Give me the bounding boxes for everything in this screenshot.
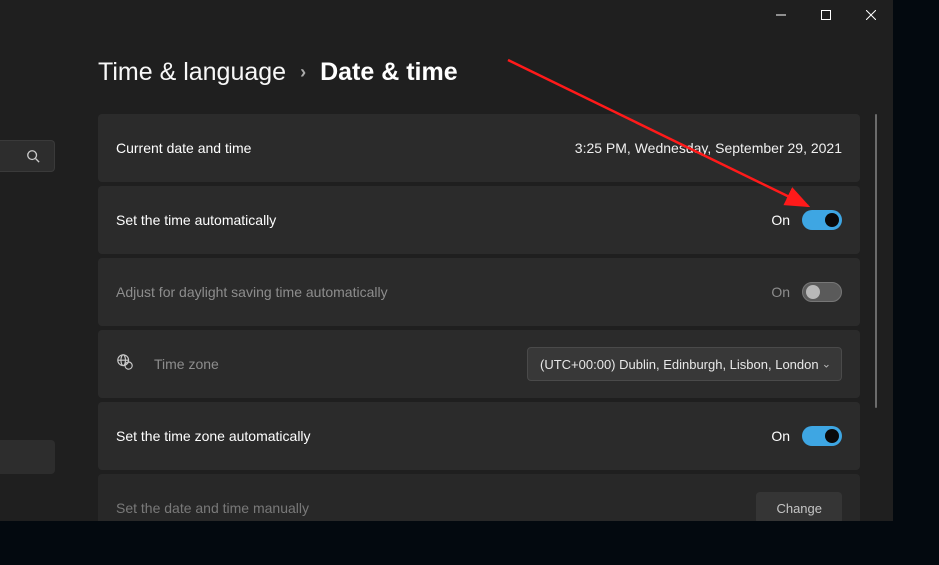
- row-set-time-auto: Set the time automatically On: [98, 186, 860, 254]
- globe-icon: [116, 353, 144, 376]
- sidebar-item-selected[interactable]: [0, 440, 55, 474]
- toggle-knob: [825, 213, 839, 227]
- row-label: Adjust for daylight saving time automati…: [116, 284, 771, 300]
- row-current-datetime: Current date and time 3:25 PM, Wednesday…: [98, 114, 860, 182]
- toggle-set-timezone-auto[interactable]: [802, 426, 842, 446]
- current-datetime-value: 3:25 PM, Wednesday, September 29, 2021: [575, 140, 842, 156]
- search-icon: [26, 149, 40, 163]
- row-dst-auto: Adjust for daylight saving time automati…: [98, 258, 860, 326]
- close-button[interactable]: [848, 0, 893, 30]
- titlebar: [0, 0, 893, 30]
- row-label: Set the time zone automatically: [116, 428, 771, 444]
- row-label: Current date and time: [116, 140, 575, 156]
- row-label: Time zone: [154, 356, 527, 372]
- toggle-knob: [806, 285, 820, 299]
- row-set-timezone-auto: Set the time zone automatically On: [98, 402, 860, 470]
- chevron-right-icon: ›: [300, 62, 306, 83]
- timezone-dropdown[interactable]: (UTC+00:00) Dublin, Edinburgh, Lisbon, L…: [527, 347, 842, 381]
- settings-window: Time & language › Date & time Current da…: [0, 0, 893, 521]
- settings-list: Current date and time 3:25 PM, Wednesday…: [98, 114, 860, 521]
- breadcrumb-parent[interactable]: Time & language: [98, 58, 286, 87]
- maximize-icon: [821, 10, 831, 20]
- toggle-state: On: [771, 212, 790, 228]
- dropdown-selected: (UTC+00:00) Dublin, Edinburgh, Lisbon, L…: [540, 357, 819, 372]
- chevron-down-icon: ⌄: [822, 358, 831, 371]
- maximize-button[interactable]: [803, 0, 848, 30]
- scrollbar-thumb[interactable]: [875, 114, 877, 408]
- content-area: Current date and time 3:25 PM, Wednesday…: [98, 114, 881, 521]
- sidebar-fragment: [0, 140, 60, 474]
- minimize-button[interactable]: [758, 0, 803, 30]
- toggle-set-time-auto[interactable]: [802, 210, 842, 230]
- close-icon: [866, 10, 876, 20]
- row-timezone: Time zone (UTC+00:00) Dublin, Edinburgh,…: [98, 330, 860, 398]
- toggle-state: On: [771, 428, 790, 444]
- change-button[interactable]: Change: [756, 492, 842, 521]
- row-label: Set the date and time manually: [116, 500, 756, 516]
- minimize-icon: [776, 10, 786, 20]
- breadcrumb: Time & language › Date & time: [0, 30, 893, 111]
- toggle-dst-auto: [802, 282, 842, 302]
- page-title: Date & time: [320, 58, 458, 87]
- toggle-knob: [825, 429, 839, 443]
- row-set-manual: Set the date and time manually Change: [98, 474, 860, 521]
- search-input[interactable]: [0, 140, 55, 172]
- toggle-state: On: [771, 284, 790, 300]
- row-label: Set the time automatically: [116, 212, 771, 228]
